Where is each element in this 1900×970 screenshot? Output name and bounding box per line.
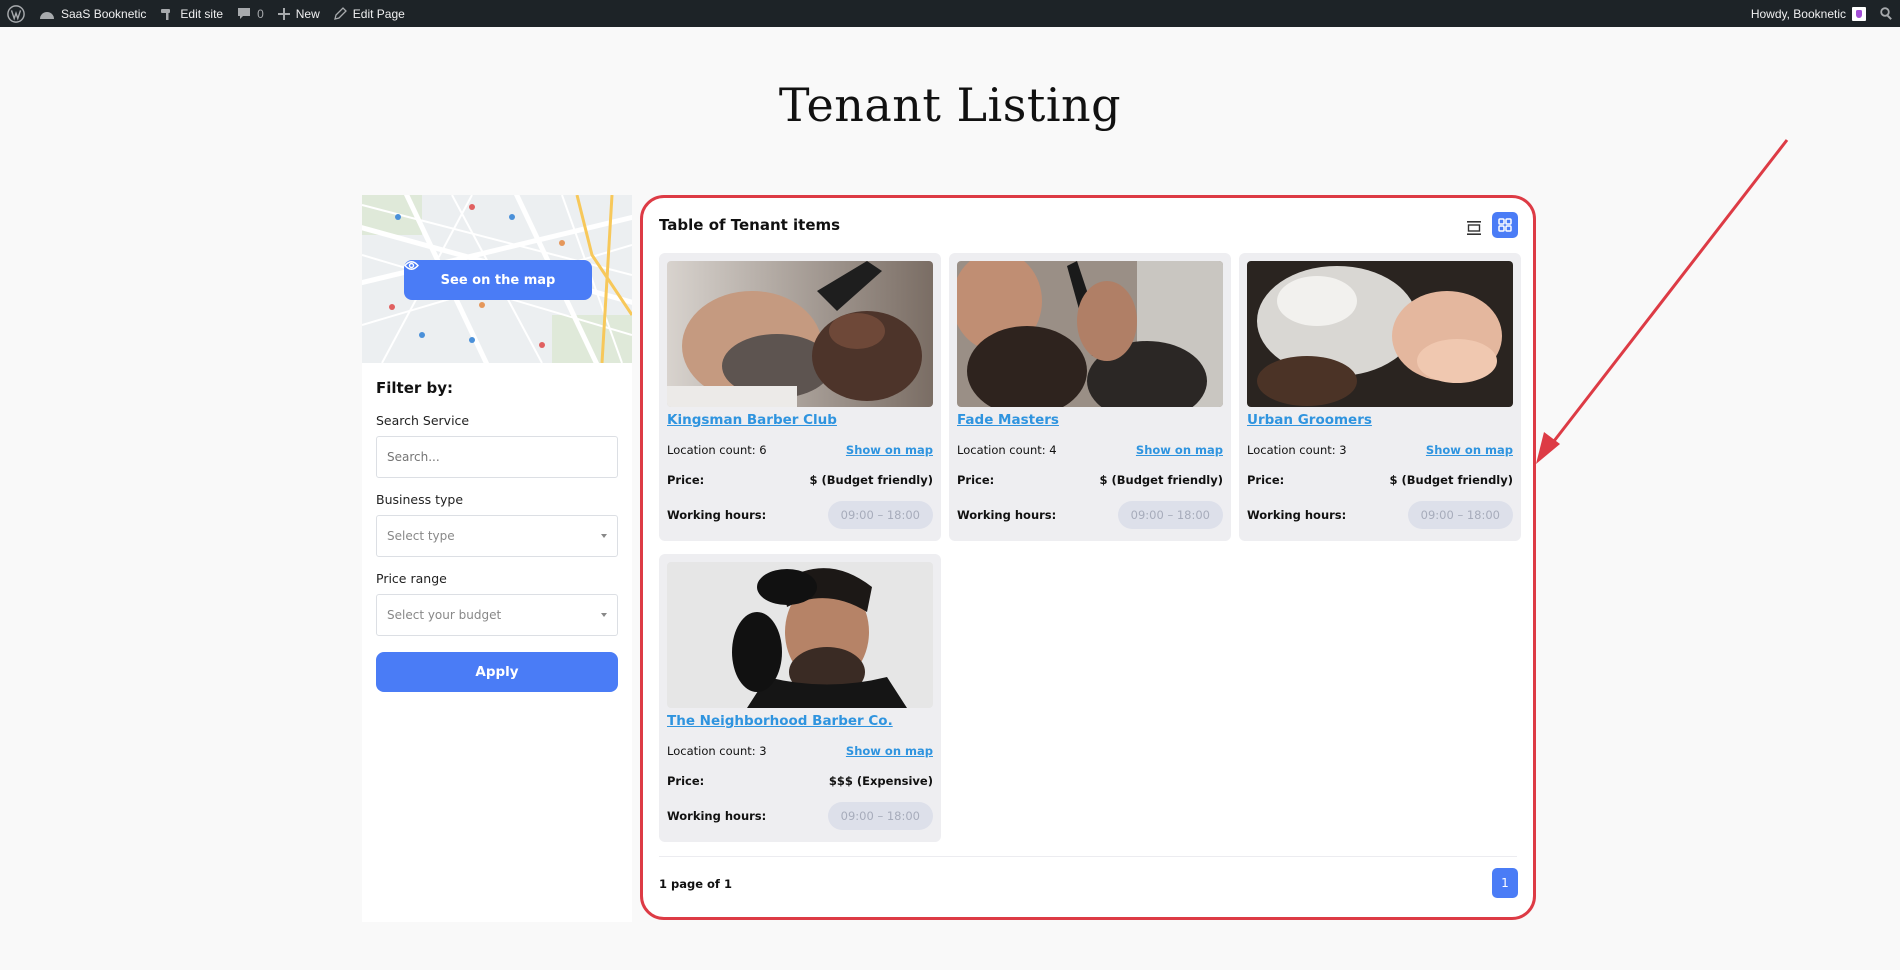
tenant-name-link[interactable]: Kingsman Barber Club xyxy=(667,412,933,428)
filter-title: Filter by: xyxy=(376,379,454,397)
hammer-icon xyxy=(161,8,171,20)
comments-link[interactable]: 0 xyxy=(230,0,271,27)
new-content-link[interactable]: New xyxy=(271,0,327,27)
hours-badge: 09:00 – 18:00 xyxy=(827,802,933,830)
list-view-toggle[interactable] xyxy=(1461,215,1487,241)
comment-icon xyxy=(238,8,251,19)
apply-button[interactable]: Apply xyxy=(376,652,618,692)
tenant-image xyxy=(667,261,933,407)
tenant-name-link[interactable]: The Neighborhood Barber Co. xyxy=(667,713,933,729)
hours-key: Working hours: xyxy=(667,508,767,522)
pagination-text: 1 page of 1 xyxy=(659,877,732,891)
edit-site-label: Edit site xyxy=(180,6,224,21)
my-account-link[interactable]: Howdy, Booknetic xyxy=(1744,0,1873,27)
location-count: Location count: 4 xyxy=(957,443,1057,457)
pagination-divider xyxy=(659,856,1517,857)
grid-view-icon xyxy=(1498,218,1512,232)
price-range-label: Price range xyxy=(376,571,447,586)
price-key: Price: xyxy=(667,473,705,487)
tenant-image xyxy=(667,562,933,708)
show-on-map-link[interactable]: Show on map xyxy=(1426,443,1513,457)
admin-search[interactable] xyxy=(1873,0,1900,27)
show-on-map-link[interactable]: Show on map xyxy=(1136,443,1223,457)
price-value: $ (Budget friendly) xyxy=(809,473,933,487)
filter-form: Filter by: Search Service Business type … xyxy=(362,363,632,692)
location-count: Location count: 6 xyxy=(667,443,767,457)
tenant-card: Kingsman Barber Club Location count: 6 S… xyxy=(659,253,941,541)
hours-key: Working hours: xyxy=(667,809,767,823)
map-preview[interactable]: See on the map xyxy=(362,195,632,363)
site-name-label: SaaS Booknetic xyxy=(61,6,147,21)
howdy-label: Howdy, Booknetic xyxy=(1750,6,1846,21)
page-button-1[interactable]: 1 xyxy=(1492,868,1518,898)
site-name-link[interactable]: SaaS Booknetic xyxy=(32,0,153,27)
search-service-input[interactable] xyxy=(376,436,618,478)
tenant-card: Fade Masters Location count: 4 Show on m… xyxy=(949,253,1231,541)
chevron-down-icon xyxy=(601,613,607,617)
edit-site-link[interactable]: Edit site xyxy=(153,0,230,27)
price-value: $$$ (Expensive) xyxy=(828,774,933,788)
plus-icon xyxy=(277,7,290,20)
list-view-icon xyxy=(1467,221,1481,235)
edit-page-link[interactable]: Edit Page xyxy=(327,0,412,27)
hours-badge: 09:00 – 18:00 xyxy=(1407,501,1513,529)
location-count: Location count: 3 xyxy=(667,744,767,758)
filter-sidebar: See on the map Filter by: Search Service… xyxy=(362,195,632,922)
page-title: Tenant Listing xyxy=(778,78,1122,132)
search-service-label: Search Service xyxy=(376,413,470,428)
listing-heading: Table of Tenant items xyxy=(659,216,841,234)
price-value: $ (Budget friendly) xyxy=(1099,473,1223,487)
grid-view-toggle[interactable] xyxy=(1492,212,1518,238)
see-on-map-label: See on the map xyxy=(440,272,556,288)
comments-count: 0 xyxy=(257,6,264,21)
business-type-label: Business type xyxy=(376,492,464,507)
dashboard-icon xyxy=(40,11,54,19)
new-label: New xyxy=(295,6,320,21)
business-type-placeholder: Select type xyxy=(387,529,455,543)
annotation-arrow-icon xyxy=(1536,139,1789,464)
tenant-card: The Neighborhood Barber Co. Location cou… xyxy=(659,554,941,842)
hours-badge: 09:00 – 18:00 xyxy=(827,501,933,529)
show-on-map-link[interactable]: Show on map xyxy=(846,443,933,457)
location-count: Location count: 3 xyxy=(1247,443,1347,457)
price-value: $ (Budget friendly) xyxy=(1389,473,1513,487)
tenant-name-link[interactable]: Urban Groomers xyxy=(1247,412,1513,428)
pencil-icon xyxy=(333,7,347,20)
chevron-down-icon xyxy=(601,534,607,538)
business-type-select[interactable]: Select type xyxy=(376,515,618,557)
price-range-select[interactable]: Select your budget xyxy=(376,594,618,636)
tenant-listing-panel: Table of Tenant items Kingsman Barber Cl… xyxy=(640,195,1536,920)
tenant-image xyxy=(957,261,1223,407)
show-on-map-link[interactable]: Show on map xyxy=(846,744,933,758)
price-key: Price: xyxy=(667,774,705,788)
tenant-name-link[interactable]: Fade Masters xyxy=(957,412,1223,428)
admin-bar: SaaS Booknetic Edit site 0 New Edit Page… xyxy=(0,0,1900,27)
wordpress-logo-icon[interactable] xyxy=(0,0,32,27)
tenant-card: Urban Groomers Location count: 3 Show on… xyxy=(1239,253,1521,541)
price-range-placeholder: Select your budget xyxy=(387,608,502,622)
search-icon xyxy=(1880,7,1892,20)
hours-key: Working hours: xyxy=(957,508,1057,522)
see-on-map-button[interactable]: See on the map xyxy=(404,260,592,300)
eye-icon xyxy=(404,261,419,270)
price-key: Price: xyxy=(1247,473,1285,487)
hours-badge: 09:00 – 18:00 xyxy=(1117,501,1223,529)
price-key: Price: xyxy=(957,473,995,487)
edit-page-label: Edit Page xyxy=(352,6,405,21)
tenant-image xyxy=(1247,261,1513,407)
hours-key: Working hours: xyxy=(1247,508,1347,522)
avatar xyxy=(1852,6,1866,21)
